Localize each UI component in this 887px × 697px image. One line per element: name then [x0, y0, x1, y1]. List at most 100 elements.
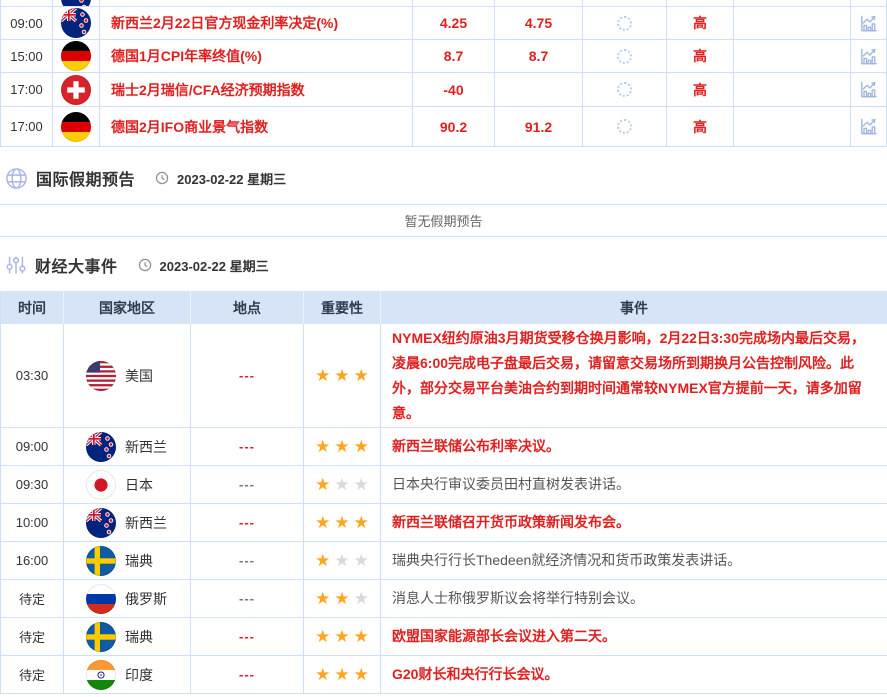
importance-stars: ★★★	[304, 618, 381, 656]
published-value-cell	[583, 73, 667, 107]
previous-value: 90.2	[413, 107, 495, 147]
importance-stars: ★★★	[304, 466, 381, 504]
chart-icon-button[interactable]	[851, 73, 887, 107]
event-row: 待定瑞典---★★★欧盟国家能源部长会议进入第二天。	[1, 618, 887, 656]
country-name: 瑞典	[125, 627, 153, 647]
star-icon: ★	[354, 367, 369, 384]
star-icon: ★	[334, 438, 349, 455]
forecast-value	[495, 73, 583, 107]
star-icon: ★	[315, 590, 330, 607]
event-row: 10:00新西兰---★★★新西兰联储召开货币政策新闻发布会。	[1, 504, 887, 542]
chart-icon-button[interactable]	[851, 107, 887, 147]
events-table: 时间 国家地区 地点 重要性 事件 03:30美国---★★★NYMEX纽约原油…	[0, 291, 887, 694]
impact-cell	[734, 73, 851, 107]
header-importance: 重要性	[304, 291, 381, 324]
country-cell: 瑞典	[64, 542, 191, 580]
indicator-name[interactable]: 德国1月CPI年率终值(%)	[100, 40, 413, 73]
chart-icon-button[interactable]	[851, 40, 887, 73]
star-icon: ★	[315, 628, 330, 645]
financial-calendar-page: 09:00新西兰2月22日官方现金利率决定(%)4.254.75高15:00德国…	[0, 0, 887, 694]
calendar-row: 17:00 德国2月IFO商业景气指数90.291.2 高	[1, 107, 887, 147]
calendar-row: 15:00德国1月CPI年率终值(%)8.78.7高	[1, 40, 887, 73]
header-event: 事件	[381, 291, 887, 324]
partial-flag-cell	[53, 0, 100, 7]
event-time: 03:30	[1, 324, 64, 428]
event-row: 待定俄罗斯---★★★消息人士称俄罗斯议会将举行特别会议。	[1, 580, 887, 618]
event-time: 待定	[1, 656, 64, 694]
country-cell: 俄罗斯	[64, 580, 191, 618]
nz-flag-icon	[61, 8, 91, 38]
event-time: 15:00	[1, 40, 53, 73]
event-time: 10:00	[1, 504, 64, 542]
importance-label: 高	[667, 7, 734, 40]
star-icon: ★	[354, 514, 369, 531]
de-flag-icon	[61, 112, 91, 142]
nz-flag-icon	[86, 432, 116, 462]
event-description[interactable]: G20财长和央行行长会议。	[381, 656, 887, 694]
event-description[interactable]: NYMEX纽约原油3月期货受移仓换月影响，2月22日3:30完成场内最后交易，凌…	[381, 324, 887, 428]
star-icon: ★	[354, 666, 369, 683]
location-cell: ---	[191, 504, 304, 542]
published-value-cell	[583, 7, 667, 40]
previous-value: 8.7	[413, 40, 495, 73]
country-cell: 新西兰	[64, 504, 191, 542]
previous-value: -40	[413, 73, 495, 107]
location-cell: ---	[191, 466, 304, 504]
importance-stars: ★★★	[304, 504, 381, 542]
chart-icon-button[interactable]	[851, 7, 887, 40]
star-icon: ★	[315, 438, 330, 455]
event-description[interactable]: 新西兰联储召开货币政策新闻发布会。	[381, 504, 887, 542]
star-icon: ★	[315, 514, 330, 531]
event-time: 17:00	[1, 107, 53, 147]
nz-flag-icon	[86, 508, 116, 538]
star-icon: ★	[315, 367, 330, 384]
loading-spinner-icon	[617, 119, 632, 134]
country-name: 瑞典	[125, 551, 153, 571]
indicator-name[interactable]: 瑞士2月瑞信/CFA经济预期指数	[100, 73, 413, 107]
clock-icon	[138, 258, 152, 272]
event-row: 09:00新西兰---★★★新西兰联储公布利率决议。	[1, 428, 887, 466]
importance-stars: ★★★	[304, 324, 381, 428]
indicator-name[interactable]: 新西兰2月22日官方现金利率决定(%)	[100, 7, 413, 40]
events-section-header: 财经大事件 2023-02-22 星期三	[5, 250, 887, 280]
forecast-value: 91.2	[495, 107, 583, 147]
header-country: 国家地区	[64, 291, 191, 324]
country-name: 俄罗斯	[125, 589, 167, 609]
importance-stars: ★★★	[304, 428, 381, 466]
star-icon: ★	[334, 514, 349, 531]
event-description[interactable]: 新西兰联储公布利率决议。	[381, 428, 887, 466]
flag-cell	[53, 73, 100, 107]
partial-cell	[1, 0, 53, 7]
importance-label: 高	[667, 107, 734, 147]
location-cell: ---	[191, 580, 304, 618]
partial-cell	[100, 0, 413, 7]
event-row: 16:00瑞典---★★★瑞典央行行长Thedeen就经济情况和货币政策发表讲话…	[1, 542, 887, 580]
nz-flag-icon	[61, 0, 91, 6]
indicator-name[interactable]: 德国2月IFO商业景气指数	[100, 107, 413, 147]
forecast-value: 8.7	[495, 40, 583, 73]
sliders-icon	[5, 254, 27, 276]
star-icon: ★	[315, 552, 330, 569]
ch-flag-icon	[61, 75, 91, 105]
importance-label: 高	[667, 40, 734, 73]
importance-stars: ★★★	[304, 656, 381, 694]
star-icon: ★	[354, 628, 369, 645]
star-icon: ★	[334, 367, 349, 384]
event-time: 09:00	[1, 428, 64, 466]
holiday-section-header: 国际假期预告 2023-02-22 星期三	[5, 163, 887, 193]
flag-cell	[53, 40, 100, 73]
star-icon: ★	[315, 666, 330, 683]
country-name: 新西兰	[125, 437, 167, 457]
jp-flag-icon	[86, 470, 116, 500]
star-icon: ★	[354, 590, 369, 607]
event-description[interactable]: 欧盟国家能源部长会议进入第二天。	[381, 618, 887, 656]
events-section-date: 2023-02-22 星期三	[160, 256, 269, 275]
country-name: 新西兰	[125, 513, 167, 533]
header-time: 时间	[1, 291, 64, 324]
country-name: 印度	[125, 665, 153, 685]
location-cell: ---	[191, 656, 304, 694]
partial-cell	[583, 0, 667, 7]
location-cell: ---	[191, 542, 304, 580]
calendar-row-partial	[1, 0, 887, 7]
impact-cell	[734, 107, 851, 147]
